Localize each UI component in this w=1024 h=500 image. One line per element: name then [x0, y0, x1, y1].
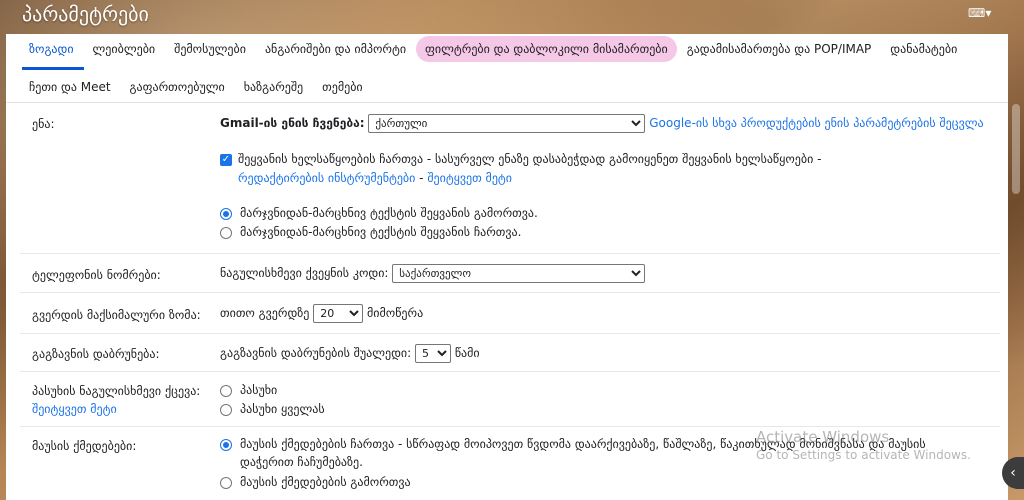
reply-learn-more-link[interactable]: შეიტყვეთ მეტი [32, 402, 117, 416]
tab-filters[interactable]: ფილტრები და დაბლოკილი მისამართები [416, 36, 677, 62]
reply-all-option-label: პასუხი ყველას [240, 402, 325, 416]
reply-option-label: პასუხი [240, 383, 278, 397]
input-tools-label: შეყვანის ხელსაწყოების ჩართვა [238, 152, 424, 166]
phone-row: ტელეფონის ნომრები: ნაგულისხმევი ქვეყნის … [20, 254, 1000, 293]
language-row: ენა: Gmail-ის ენის ჩვენება: ქართული Goog… [20, 106, 1000, 254]
hover-off-label: მაუსის ქმედებების გამორთვა [240, 475, 411, 489]
keyboard-icon[interactable]: ⌨▾ [968, 6, 991, 20]
rtl-off-label: მარჯვნიდან-მარცხნივ ტექსტის შეყვანის გამ… [240, 206, 538, 220]
phone-content: ნაგულისხმევი ქვეყნის კოდი: საქართველო [220, 264, 646, 283]
hover-on-title: მაუსის ქმედებების ჩართვა [240, 437, 395, 451]
rtl-on-label: მარჯვნიდან-მარცხნივ ტექსტის შეყვანის ჩარ… [240, 225, 522, 239]
reply-radio[interactable] [220, 384, 232, 397]
page-title: პარამეტრები [22, 2, 149, 26]
edit-tools-link[interactable]: რედაქტირების ინსტრუმენტები [238, 171, 415, 185]
tab-themes[interactable]: თემები [313, 74, 372, 100]
tab-forwarding[interactable]: გადამისამართება და POP/IMAP [678, 36, 881, 62]
undo-send-label: გაგზავნის დაბრუნება: [32, 347, 160, 361]
hover-off-radio[interactable] [220, 476, 232, 489]
country-code-select[interactable]: საქართველო [392, 264, 646, 283]
page-size-suffix: მიმოწერა [367, 306, 424, 320]
language-label: ენა: [32, 117, 55, 131]
page-size-row: გვერდის მაქსიმალური ზომა: თითო გვერდზე 2… [20, 293, 1000, 334]
phone-label: ტელეფონის ნომრები: [32, 268, 161, 282]
undo-send-content: გაგზავნის დაბრუნების შუალედი: 5 წამი [220, 344, 480, 363]
page-size-prefix: თითო გვერდზე [220, 306, 310, 320]
page-size-select[interactable]: 20 [313, 304, 364, 323]
hover-on-radio[interactable] [220, 438, 232, 451]
windows-activation-watermark: Activate Windows Go to Settings to activ… [756, 428, 971, 462]
watermark-title: Activate Windows [756, 428, 890, 446]
tab-row-2: ჩეთი და Meet გაფართოებული ხაზგარეშე თემე… [20, 72, 373, 102]
input-tools-desc: - სასურველ ენაზე დასაბეჭდად გამოიყენეთ შ… [423, 152, 822, 166]
scrollbar-thumb[interactable] [1012, 104, 1020, 194]
tab-addons[interactable]: დანამატები [881, 36, 966, 62]
undo-send-row: გაგზავნის დაბრუნება: გაგზავნის დაბრუნები… [20, 334, 1000, 372]
tab-row-1: ზოგადი ლეიბლები შემოსულები ანგარიშები და… [20, 34, 967, 64]
input-tools-learn-more-link[interactable]: შეიტყვეთ მეტი [427, 171, 512, 185]
page-size-content: თითო გვერდზე 20 მიმოწერა [220, 304, 423, 323]
tab-offline[interactable]: ხაზგარეშე [235, 74, 312, 100]
reply-label: პასუხის ნაგულისხმევი ქცევა: [32, 384, 201, 398]
tab-accounts[interactable]: ანგარიშები და იმპორტი [256, 36, 415, 62]
gmail-language-label: Gmail-ის ენის ჩვენება: [220, 116, 365, 130]
active-tab-indicator [22, 67, 84, 70]
undo-send-prefix: გაგზავნის დაბრუნების შუალედი: [220, 346, 412, 360]
hover-on-desc-cont: დაჭერით ჩაჩუმებაზე. [240, 455, 363, 469]
tab-advanced[interactable]: გაფართოებული [121, 74, 234, 100]
country-code-label: ნაგულისხმევი ქვეყნის კოდი: [220, 266, 389, 280]
rtl-on-radio[interactable] [220, 226, 232, 239]
reply-all-radio[interactable] [220, 403, 232, 416]
watermark-subtitle: Go to Settings to activate Windows. [756, 448, 971, 462]
page-size-label: გვერდის მაქსიმალური ზომა: [32, 308, 201, 322]
other-products-language-link[interactable]: Google-ის სხვა პროდუქტების ენის პარამეტრ… [649, 116, 983, 130]
tab-general[interactable]: ზოგადი [20, 36, 83, 62]
gmail-language-select[interactable]: ქართული [368, 114, 646, 133]
undo-send-select[interactable]: 5 [415, 344, 452, 363]
page-scrollbar[interactable] [1008, 34, 1024, 500]
tab-inbox[interactable]: შემოსულები [165, 36, 255, 62]
reply-row: პასუხის ნაგულისხმევი ქცევა: შეიტყვეთ მეტ… [20, 372, 1000, 427]
edit-tools-dash: - [415, 171, 428, 185]
input-tools-checkbox[interactable]: ✓ [220, 153, 232, 166]
top-bar: პარამეტრები ⌨▾ [0, 0, 1024, 34]
hover-actions-label: მაუსის ქმედებები: [32, 439, 137, 453]
tab-chat-meet[interactable]: ჩეთი და Meet [20, 74, 120, 100]
rtl-off-radio[interactable] [220, 207, 232, 220]
tab-divider [6, 102, 1008, 103]
tab-labels[interactable]: ლეიბლები [84, 36, 165, 62]
undo-send-suffix: წამი [454, 346, 480, 360]
